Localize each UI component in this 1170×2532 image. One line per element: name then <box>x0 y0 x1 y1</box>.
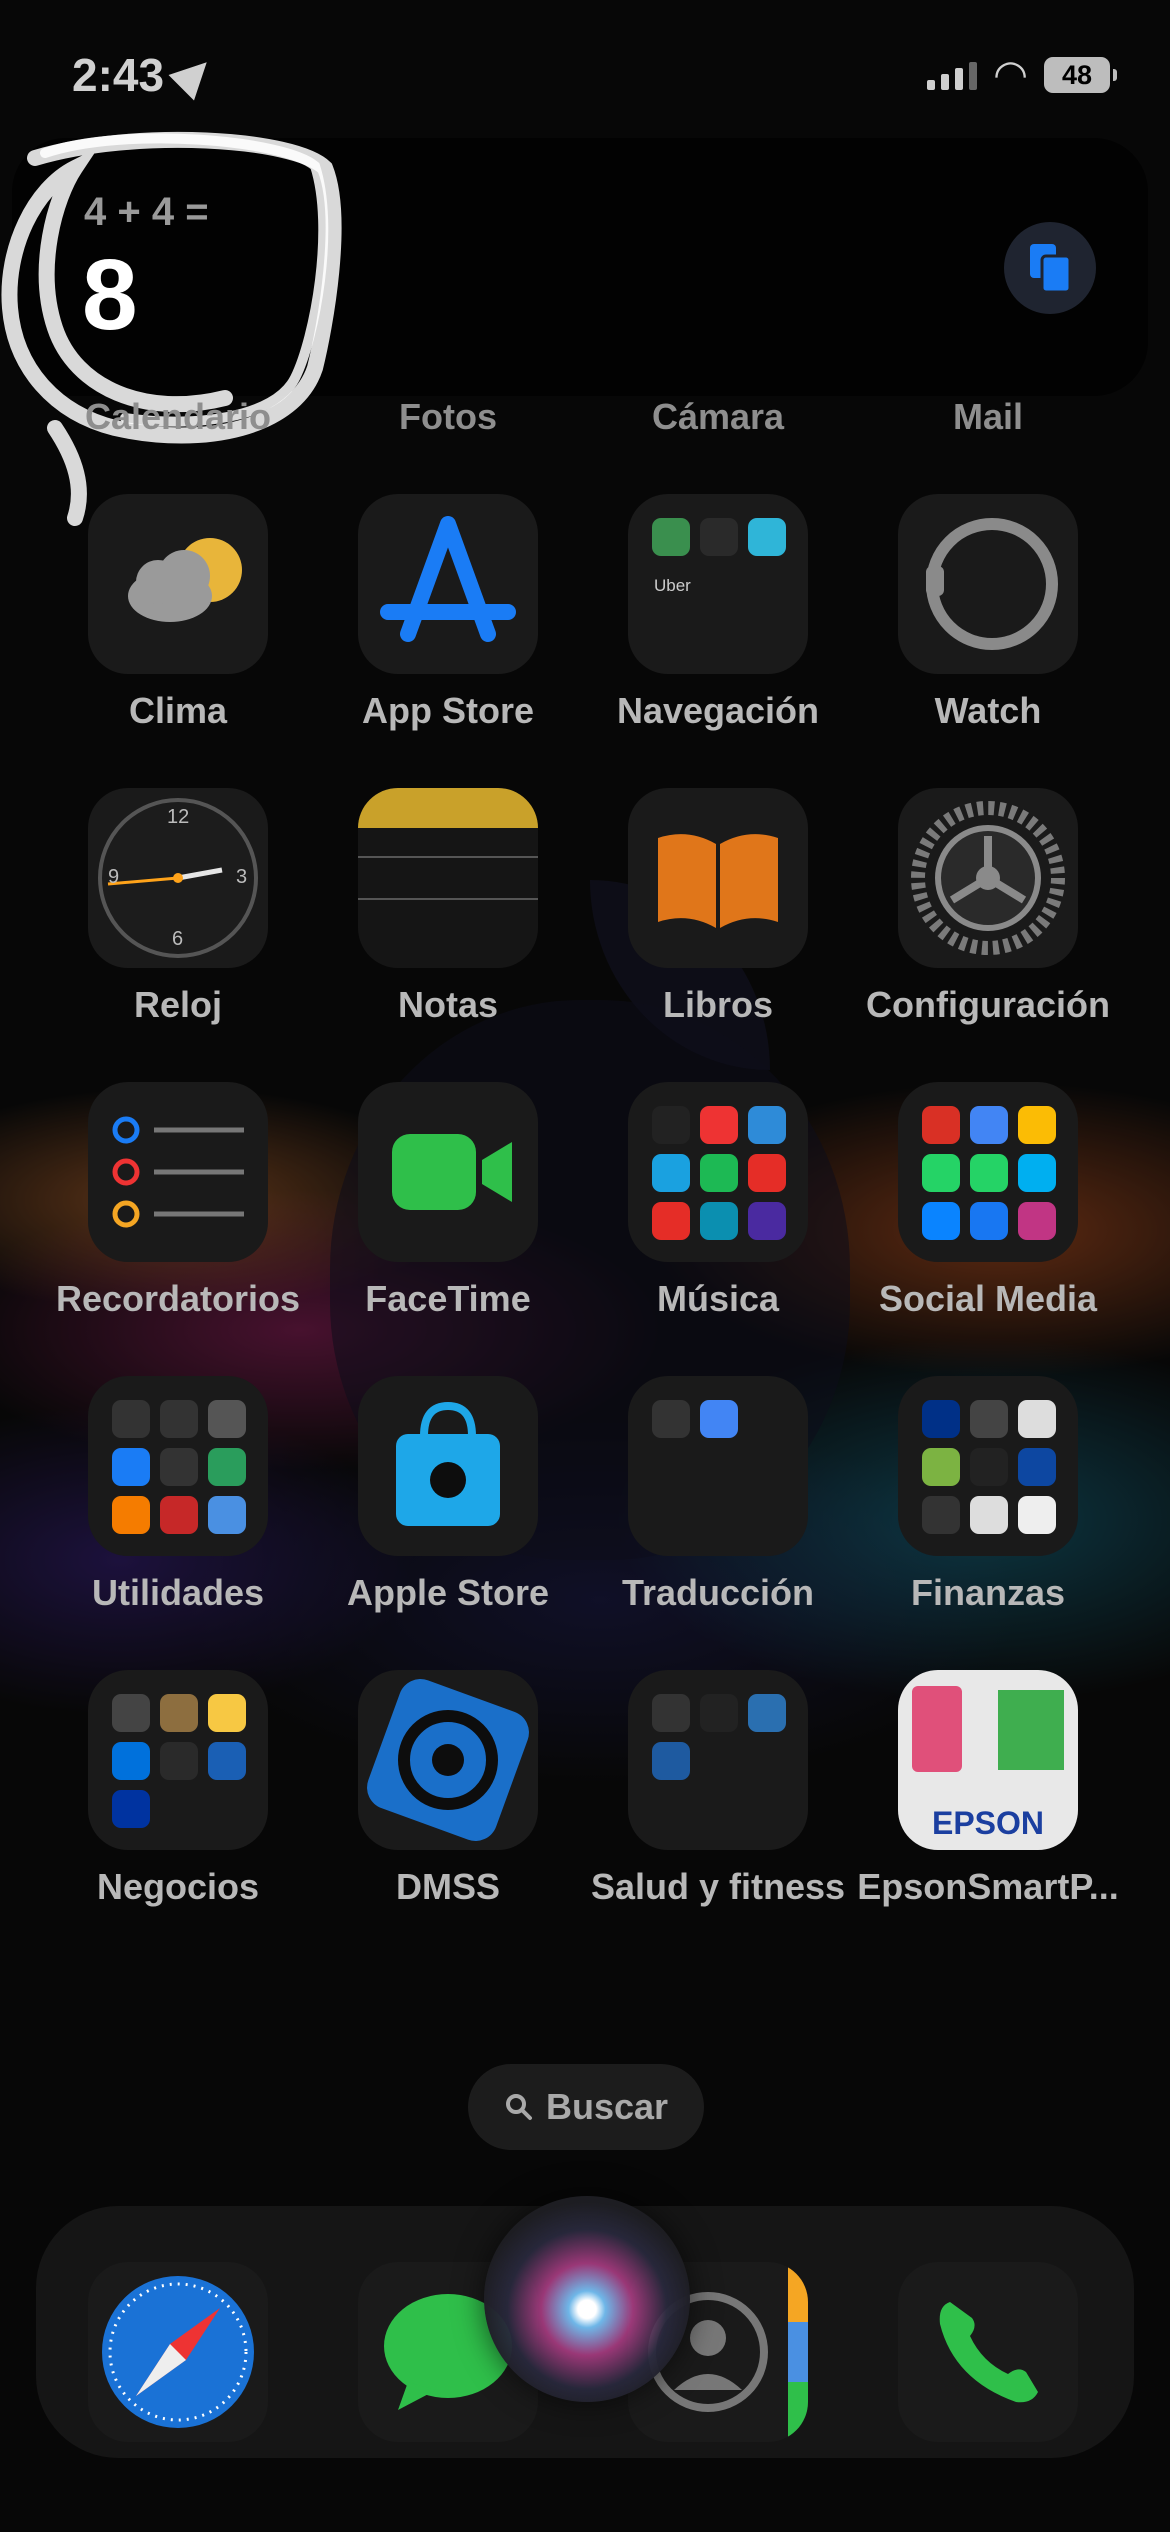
app-icon-configuracion[interactable] <box>898 788 1078 968</box>
calculator-expression: 4 + 4 = <box>84 190 209 234</box>
dock-phone[interactable] <box>898 2262 1078 2442</box>
folder-grid <box>628 1670 808 1804</box>
watch-icon <box>926 518 1058 650</box>
weather-icon <box>128 538 242 622</box>
status-bar: 2:43 ◠ 48 <box>72 40 1117 110</box>
app-label-social-media[interactable]: Social Media <box>843 1278 1133 1320</box>
folder-grid <box>898 1376 1078 1556</box>
phone-icon <box>939 2302 1038 2403</box>
app-label-clima[interactable]: Clima <box>33 690 323 732</box>
folder-negocios[interactable] <box>88 1670 268 1850</box>
battery-icon: 48 <box>1044 57 1117 93</box>
status-right: ◠ 48 <box>927 53 1117 97</box>
copy-button[interactable] <box>1004 222 1096 314</box>
clock-number-3: 3 <box>236 866 248 888</box>
folder-traduccion[interactable] <box>628 1376 808 1556</box>
app-icon-facetime[interactable] <box>358 1082 538 1262</box>
app-label-dmss[interactable]: DMSS <box>303 1866 593 1908</box>
app-label-salud-fitness[interactable]: Salud y fitness <box>573 1866 863 1908</box>
search-icon <box>505 2094 532 2120</box>
status-time: 2:43 <box>72 49 165 101</box>
app-icon-libros[interactable] <box>628 788 808 968</box>
status-time-group: 2:43 <box>72 48 220 102</box>
app-label-fotos[interactable]: Fotos <box>313 396 583 438</box>
folder-grid <box>628 1082 808 1262</box>
search-label: Buscar <box>545 2086 669 2127</box>
app-label-libros[interactable]: Libros <box>573 984 863 1026</box>
app-icon-clima[interactable] <box>88 494 268 674</box>
dock-safari[interactable] <box>88 2262 268 2442</box>
folder-navegacion[interactable]: Uber <box>628 494 808 674</box>
folder-grid <box>88 1376 268 1556</box>
facetime-icon <box>392 1134 512 1210</box>
app-icon-dmss[interactable] <box>358 1670 538 1850</box>
app-icon-apple-store[interactable] <box>358 1376 538 1556</box>
app-label-mail[interactable]: Mail <box>853 396 1123 438</box>
app-icon-reloj[interactable]: 12 3 6 9 <box>88 788 268 968</box>
book-icon <box>658 834 778 928</box>
printer-body <box>998 1690 1064 1770</box>
app-label-traduccion[interactable]: Traducción <box>573 1572 863 1614</box>
compass-icon <box>102 2276 254 2428</box>
app-icon-epson[interactable]: EPSON <box>898 1670 1078 1850</box>
epson-logo: EPSON <box>931 1805 1045 1841</box>
app-label-finanzas[interactable]: Finanzas <box>843 1572 1133 1614</box>
clock-number-9: 9 <box>108 866 120 888</box>
app-label-notas[interactable]: Notas <box>303 984 593 1026</box>
copy-icon <box>1030 244 1072 294</box>
wifi-icon: ◠ <box>993 53 1028 97</box>
app-label-watch[interactable]: Watch <box>843 690 1133 732</box>
app-icon-app-store[interactable] <box>358 494 538 674</box>
app-label-camara[interactable]: Cámara <box>583 396 853 438</box>
reminders-icon <box>112 1116 244 1228</box>
siri-orb[interactable] <box>484 2196 690 2402</box>
folder-social-media[interactable] <box>898 1082 1078 1262</box>
camera-eye-icon <box>367 1679 529 1841</box>
clock-number-6: 6 <box>172 928 184 950</box>
calculator-result-banner[interactable]: 4 + 4 = 8 <box>12 138 1148 396</box>
app-label-app-store[interactable]: App Store <box>303 690 593 732</box>
app-label-navegacion[interactable]: Navegación <box>573 690 863 732</box>
battery-level: 48 <box>1061 59 1093 90</box>
uber-mini-label: Uber <box>654 576 691 595</box>
app-label-utilidades[interactable]: Utilidades <box>33 1572 323 1614</box>
app-label-calendario[interactable]: Calendario <box>43 396 313 438</box>
app-label-facetime[interactable]: FaceTime <box>303 1278 593 1320</box>
folder-musica[interactable] <box>628 1082 808 1262</box>
calculator-result: 8 <box>82 239 138 351</box>
folder-salud-fitness[interactable] <box>628 1670 808 1850</box>
app-label-musica[interactable]: Música <box>573 1278 863 1320</box>
app-label-epson[interactable]: EpsonSmartP... <box>843 1866 1133 1908</box>
gear-icon <box>911 801 1065 955</box>
app-store-icon <box>380 516 516 642</box>
clock-number-12: 12 <box>167 806 190 828</box>
folder-grid <box>898 1082 1078 1262</box>
app-label-apple-store[interactable]: Apple Store <box>303 1572 593 1614</box>
notes-header-bar <box>358 788 538 828</box>
app-label-negocios[interactable]: Negocios <box>33 1866 323 1908</box>
folder-utilidades[interactable] <box>88 1376 268 1556</box>
app-label-reloj[interactable]: Reloj <box>33 984 323 1026</box>
app-icon-watch[interactable] <box>898 494 1078 674</box>
app-label-recordatorios[interactable]: Recordatorios <box>33 1278 323 1320</box>
app-label-configuracion[interactable]: Configuración <box>843 984 1133 1026</box>
search-button[interactable]: Buscar <box>468 2064 704 2150</box>
folder-grid <box>628 1376 808 1462</box>
folder-grid <box>628 494 808 580</box>
location-arrow-icon <box>168 49 220 101</box>
app-icon-notas[interactable] <box>358 788 538 968</box>
folder-finanzas[interactable] <box>898 1376 1078 1556</box>
cellular-signal-icon <box>927 60 978 90</box>
notes-lines <box>358 856 538 900</box>
printer-icon <box>912 1686 962 1772</box>
folder-grid <box>88 1670 268 1850</box>
app-icon-recordatorios[interactable] <box>88 1082 268 1262</box>
shopping-bag-icon <box>396 1401 500 1526</box>
